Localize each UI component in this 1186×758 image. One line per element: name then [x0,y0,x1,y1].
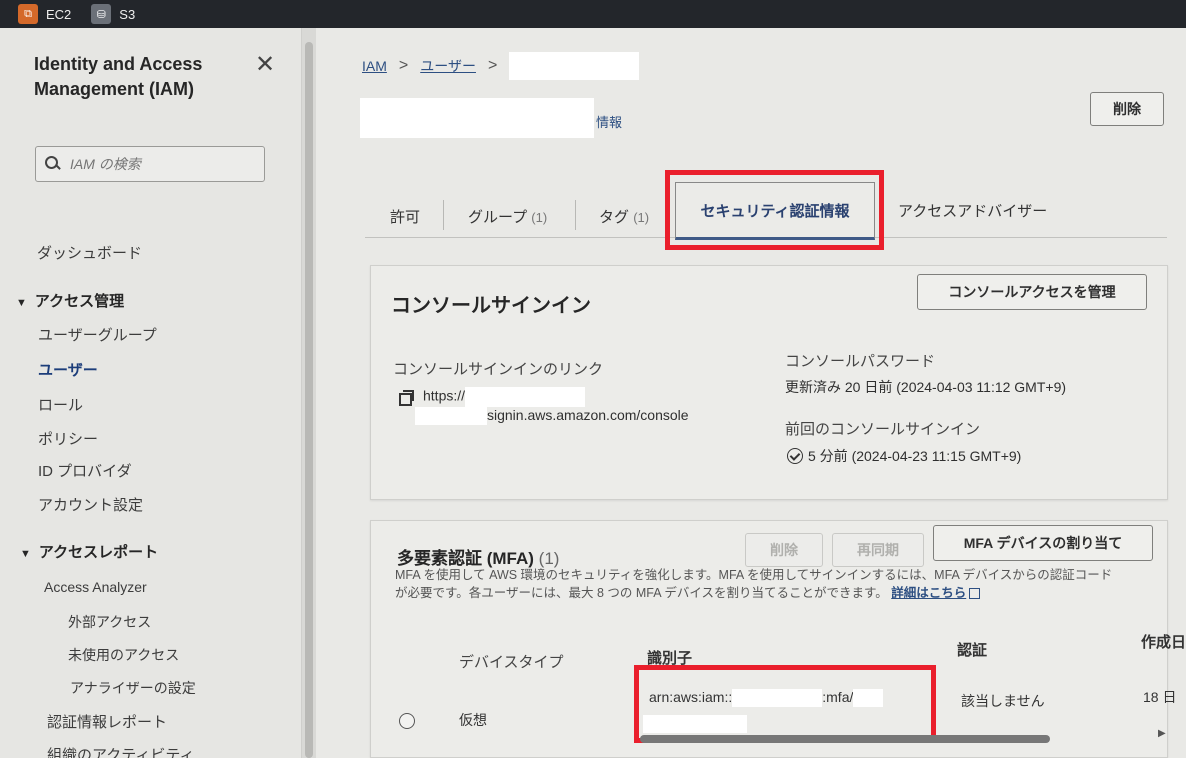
tab-count: (1) [531,210,548,225]
caret-down-icon: ▼ [20,548,31,560]
last-signin-value: 5 分前 (2024-04-23 11:15 GMT+9) [808,448,1022,464]
panel-title: コンソールサインイン [391,295,591,317]
tab-count: (1) [633,210,650,225]
ec2-icon: ⧉ [18,4,38,24]
sidebar-item-account-settings[interactable]: アカウント設定 [38,494,143,515]
check-circle-icon [787,448,803,464]
chevron-right-icon: > [487,57,498,74]
desc-text: が必要です。各ユーザーには、最大 8 つの MFA デバイスを割り当てることがで… [395,586,888,600]
tab-access-advisor[interactable]: アクセスアドバイザー [898,200,1047,221]
tab-security-credentials[interactable]: セキュリティ認証情報 [675,182,875,240]
signin-link-url-cont[interactable]: signin.aws.amazon.com/console [415,407,689,426]
sidebar-item-roles[interactable]: ロール [38,394,83,415]
sidebar-item-credential-report[interactable]: 認証情報レポート [47,711,167,732]
column-header-created[interactable]: 作成日 [1141,631,1186,652]
breadcrumb: IAM > ユーザー > [362,52,640,80]
tab-bar: 許可 グループ (1) タグ (1) セキュリティ認証情報 アクセスアドバイザー [365,180,1167,240]
breadcrumb-users[interactable]: ユーザー [420,56,476,76]
device-type-cell: 仮想 [459,712,487,728]
breadcrumb-iam[interactable]: IAM [362,58,387,74]
caret-down-icon: ▼ [16,297,27,309]
last-signin-label: 前回のコンソールサインイン [785,421,981,438]
sidebar-item-external-access[interactable]: 外部アクセス [68,612,151,632]
tab-groups[interactable]: グループ (1) [468,206,547,227]
sidebar-item-identity-providers[interactable]: ID プロバイダ [38,460,132,481]
password-label: コンソールパスワード [785,353,936,370]
close-icon[interactable]: ✕ [255,50,275,79]
section-label: アクセスレポート [38,544,159,561]
url-prefix: https:// [423,387,466,404]
mfa-resync-button[interactable]: 再同期 [832,533,924,567]
sidebar-title: Identity and Access Management (IAM) [34,54,203,99]
column-header-certification[interactable]: 認証 [957,639,987,660]
sidebar-item-org-activity[interactable]: 組織のアクティビティ [47,744,194,758]
table-horizontal-scrollbar[interactable] [640,735,1050,743]
scrollbar-thumb[interactable] [305,42,313,758]
manage-console-access-button[interactable]: コンソールアクセスを管理 [917,274,1147,310]
column-header-device-type[interactable]: デバイスタイプ [459,651,564,672]
desc-line: MFA を使用して AWS 環境のセキュリティを強化します。MFA を使用してサ… [395,568,1113,582]
column-header-identifier[interactable]: 識別子 [647,647,692,668]
sidebar: Identity and Access Management (IAM) ✕ ダ… [0,28,302,758]
sidebar-item-unused-access[interactable]: 未使用のアクセス [68,645,179,665]
sidebar-section-access-management[interactable]: ▼ アクセス管理 [16,290,124,311]
console-signin-panel: コンソールサインイン コンソールアクセスを管理 コンソールサインインのリンク h… [370,265,1168,500]
external-link-icon [969,588,981,600]
row-select-radio[interactable] [399,713,415,729]
service-shortcut-ec2[interactable]: ⧉ EC2 [18,4,71,24]
created-cell: 18 日 [1143,689,1177,705]
redacted-username [509,52,640,80]
tab-tags[interactable]: タグ (1) [599,206,649,227]
signin-link-url[interactable]: https:// [423,387,586,407]
copy-icon[interactable] [399,390,414,406]
redacted-device-name [853,689,884,708]
redacted-account [465,387,586,407]
top-bar: ⧉ EC2 ⛁ S3 [0,0,1186,28]
mfa-description: MFA を使用して AWS 環境のセキュリティを強化します。MFA を使用してサ… [395,566,1165,602]
tab-divider [443,200,444,230]
arn-prefix: arn:aws:iam:: [649,689,733,705]
service-label: S3 [119,6,136,22]
sidebar-search[interactable] [35,146,265,182]
sidebar-item-analyzer-settings[interactable]: アナライザーの設定 [70,678,196,698]
assign-mfa-button[interactable]: MFA デバイスの割り当て [933,525,1153,561]
arn-mfa: :mfa/ [822,689,854,705]
mfa-panel: 多要素認証 (MFA) (1) 削除 再同期 MFA デバイスの割り当て MFA… [370,520,1186,758]
sidebar-item-user-groups[interactable]: ユーザーグループ [38,324,157,345]
search-icon [44,155,62,173]
desc-line: が必要です。各ユーザーには、最大 8 つの MFA デバイスを割り当てることがで… [395,584,1165,602]
section-label: アクセス管理 [34,293,125,310]
search-input[interactable] [70,156,250,172]
sidebar-section-access-reports[interactable]: ▼ アクセスレポート [20,541,158,562]
delete-user-button[interactable]: 削除 [1090,92,1164,126]
signin-link-label: コンソールサインインのリンク [393,361,604,378]
tab-permissions[interactable]: 許可 [390,206,420,227]
tab-divider [575,200,576,230]
url-suffix: signin.aws.amazon.com/console [487,407,689,423]
learn-more-link[interactable]: 詳細はこちら [891,586,966,600]
tab-label: グループ [468,209,528,226]
sidebar-item-access-analyzer[interactable]: Access Analyzer [44,579,147,595]
scroll-right-icon[interactable]: ▶ [1158,728,1166,739]
info-link[interactable]: 情報 [596,112,622,131]
sidebar-item-users[interactable]: ユーザー [38,359,98,380]
service-shortcut-s3[interactable]: ⛁ S3 [91,4,135,24]
certification-cell: 該当しません [961,693,1045,709]
sidebar-item-dashboard[interactable]: ダッシュボード [37,242,142,263]
mfa-delete-button[interactable]: 削除 [745,533,823,567]
sidebar-scrollbar[interactable] [302,28,316,758]
sidebar-item-policies[interactable]: ポリシー [38,428,98,449]
password-value: 更新済み 20 日前 (2024-04-03 11:12 GMT+9) [785,379,1067,395]
identifier-cell: arn:aws:iam:::mfa/ [649,689,884,708]
tab-label: タグ [599,209,630,226]
redacted-device-name [643,715,747,733]
s3-icon: ⛁ [91,4,112,24]
redacted-account-id [732,689,823,708]
redacted-account [415,407,487,426]
chevron-right-icon: > [398,57,409,74]
service-label: EC2 [46,6,72,22]
redacted-page-title [360,98,594,138]
